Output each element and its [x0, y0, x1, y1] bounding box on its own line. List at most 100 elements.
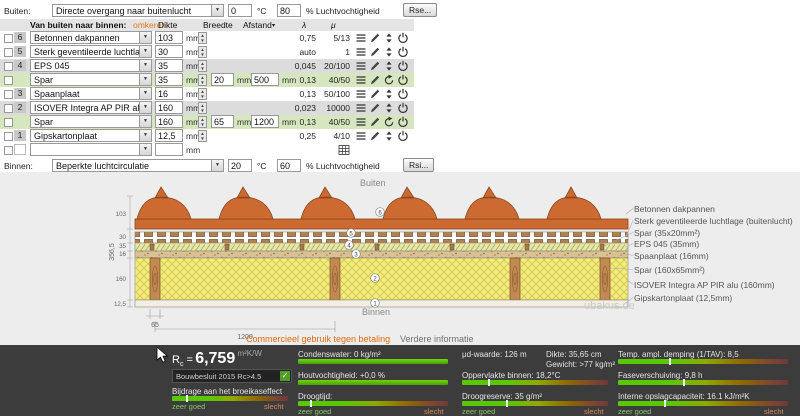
layer-row[interactable]: 4 EPS 045▼ mm ▲▼ 0,045 20/100 — [0, 59, 414, 73]
toggle-layer-icon[interactable] — [397, 116, 409, 128]
row-checkbox[interactable] — [4, 118, 13, 127]
move-layer-icon[interactable] — [383, 88, 395, 100]
inside-temperature-input[interactable] — [228, 159, 252, 172]
row-checkbox[interactable] — [4, 34, 13, 43]
chevron-down-icon[interactable]: ▼ — [139, 88, 151, 99]
row-checkbox[interactable] — [4, 104, 13, 113]
chevron-down-icon[interactable]: ▼ — [139, 130, 151, 141]
chevron-down-icon[interactable]: ▼ — [139, 60, 151, 71]
edit-icon[interactable] — [369, 102, 381, 114]
move-layer-icon[interactable] — [383, 102, 395, 114]
thickness-stepper[interactable]: ▲ ▼ — [198, 130, 207, 142]
toggle-layer-icon[interactable] — [397, 130, 409, 142]
col-afstand[interactable]: Afstand — [243, 20, 272, 30]
layer-row[interactable]: 3 Spaanplaat▼ mm ▲▼ 0,13 50/100 — [0, 87, 414, 101]
thickness-input[interactable] — [155, 129, 183, 142]
chevron-down-icon[interactable]: ▼ — [211, 160, 223, 171]
rsi-button[interactable]: Rsi... — [403, 158, 435, 172]
layer-info-icon[interactable] — [355, 102, 367, 114]
material-select[interactable]: ISOVER Integra AP PIR alu ▼ — [30, 101, 152, 114]
row-checkbox[interactable] — [4, 48, 13, 57]
toggle-layer-icon[interactable] — [397, 60, 409, 72]
thickness-input[interactable] — [155, 143, 183, 156]
edit-icon[interactable] — [369, 32, 381, 44]
commercial-use-link[interactable]: Commercieel gebruik tegen betaling — [246, 334, 390, 344]
toggle-layer-icon[interactable] — [397, 32, 409, 44]
thickness-stepper[interactable]: ▲ ▼ — [198, 46, 207, 58]
layer-row[interactable]: 1 Gipskartonplaat▼ mm ▲▼ 0,25 4/10 — [0, 129, 414, 143]
layer-info-icon[interactable] — [355, 60, 367, 72]
material-select[interactable]: Spar ▼ — [30, 115, 152, 128]
new-layer-row[interactable]: ▼ mm — [0, 143, 414, 157]
spacing-input[interactable] — [251, 73, 279, 86]
spacing-input[interactable] — [251, 115, 279, 128]
layer-row[interactable]: Spar▼ mm ▲▼ mm mm 0,13 40/50 — [0, 73, 414, 87]
layer-info-icon[interactable] — [355, 116, 367, 128]
move-layer-icon[interactable] — [383, 46, 395, 58]
layer-row[interactable]: 5 Sterk geventileerde luchtlage (buitenl… — [0, 45, 414, 59]
width-input[interactable] — [211, 73, 234, 86]
edit-icon[interactable] — [369, 88, 381, 100]
rotate-icon[interactable] — [383, 116, 395, 128]
edit-icon[interactable] — [369, 74, 381, 86]
layer-row[interactable]: Spar▼ mm ▲▼ mm mm 0,13 40/50 — [0, 115, 414, 129]
toggle-layer-icon[interactable] — [397, 88, 409, 100]
thickness-input[interactable] — [155, 31, 183, 44]
move-layer-icon[interactable] — [383, 130, 395, 142]
row-checkbox[interactable] — [4, 146, 13, 155]
layer-info-icon[interactable] — [355, 88, 367, 100]
layer-info-icon[interactable] — [355, 32, 367, 44]
edit-icon[interactable] — [369, 130, 381, 142]
row-checkbox[interactable] — [4, 132, 13, 141]
toggle-layer-icon[interactable] — [397, 46, 409, 58]
width-input[interactable] — [211, 115, 234, 128]
material-select[interactable]: Gipskartonplaat ▼ — [30, 129, 152, 142]
thickness-input[interactable] — [155, 115, 183, 128]
chevron-down-icon[interactable]: ▼ — [139, 74, 151, 85]
chevron-down-icon[interactable]: ▼ — [139, 102, 151, 113]
move-layer-icon[interactable] — [383, 32, 395, 44]
thickness-stepper[interactable]: ▲ ▼ — [198, 88, 207, 100]
material-select[interactable]: EPS 045 ▼ — [30, 59, 152, 72]
layer-info-icon[interactable] — [355, 130, 367, 142]
inside-humidity-input[interactable] — [277, 159, 301, 172]
edit-icon[interactable] — [369, 46, 381, 58]
layer-row[interactable]: 2 ISOVER Integra AP PIR alu▼ mm ▲▼ 0,023… — [0, 101, 414, 115]
material-grid-icon[interactable] — [338, 144, 350, 156]
thickness-stepper[interactable]: ▲ ▼ — [198, 102, 207, 114]
sort-arrow-icon[interactable]: ▾ — [272, 22, 275, 29]
thickness-input[interactable] — [155, 87, 183, 100]
inside-condition-select[interactable]: Beperkte luchtcirculatie ▼ — [52, 159, 224, 172]
thickness-input[interactable] — [155, 59, 183, 72]
toggle-layer-icon[interactable] — [397, 74, 409, 86]
thickness-stepper[interactable]: ▲ ▼ — [198, 116, 207, 128]
layer-info-icon[interactable] — [355, 46, 367, 58]
thickness-input[interactable] — [155, 45, 183, 58]
thickness-stepper[interactable]: ▲ ▼ — [198, 60, 207, 72]
chevron-down-icon[interactable]: ▼ — [139, 32, 151, 43]
thickness-input[interactable] — [155, 101, 183, 114]
material-select[interactable]: Spaanplaat ▼ — [30, 87, 152, 100]
thickness-stepper[interactable]: ▲ ▼ — [198, 32, 207, 44]
outside-temperature-input[interactable] — [228, 4, 252, 17]
row-checkbox[interactable] — [4, 90, 13, 99]
row-checkbox[interactable] — [4, 76, 13, 85]
outside-humidity-input[interactable] — [277, 4, 301, 17]
more-info-link[interactable]: Verdere informatie — [400, 334, 474, 344]
thickness-stepper[interactable]: ▲ ▼ — [198, 74, 207, 86]
edit-icon[interactable] — [369, 116, 381, 128]
row-checkbox[interactable] — [4, 62, 13, 71]
chevron-down-icon[interactable]: ▼ — [211, 5, 223, 16]
chevron-down-icon[interactable]: ▼ — [139, 144, 151, 155]
material-select[interactable]: Sterk geventileerde luchtlage (buitenluc… — [30, 45, 152, 58]
layer-info-icon[interactable] — [355, 74, 367, 86]
layer-row[interactable]: 6 Betonnen dakpannen▼ mm ▲▼ 0,75 5/13 — [0, 31, 414, 45]
chevron-down-icon[interactable]: ▼ — [139, 46, 151, 57]
material-select[interactable]: ▼ — [30, 143, 152, 156]
move-layer-icon[interactable] — [383, 60, 395, 72]
material-select[interactable]: Spar ▼ — [30, 73, 152, 86]
thickness-input[interactable] — [155, 73, 183, 86]
edit-icon[interactable] — [369, 60, 381, 72]
rse-button[interactable]: Rse... — [403, 3, 438, 17]
outside-condition-select[interactable]: Directe overgang naar buitenlucht ▼ — [52, 4, 224, 17]
